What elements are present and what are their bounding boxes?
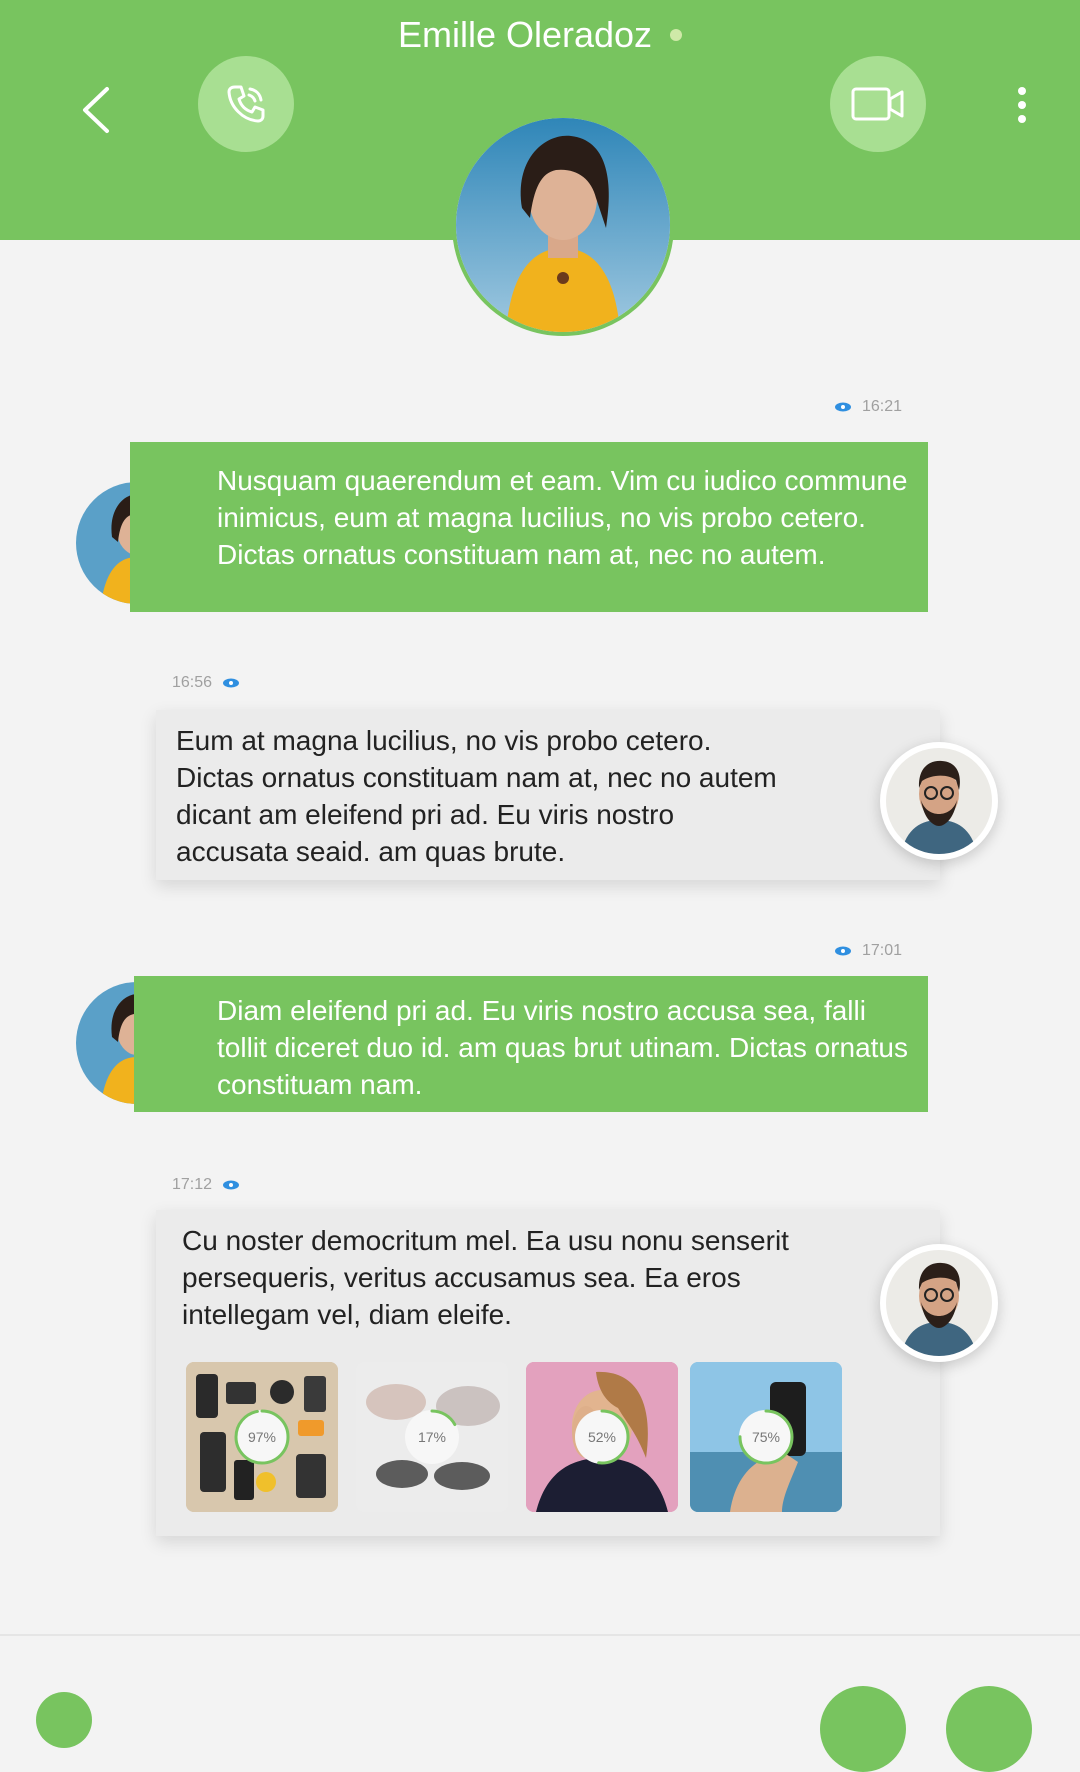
incoming-message-bubble[interactable]: Nusquam quaerendum et eam. Vim cu iudico… xyxy=(130,442,928,612)
attachment-thumbnail[interactable]: 75% xyxy=(690,1362,842,1512)
more-vertical-icon xyxy=(1018,87,1026,123)
video-call-button[interactable] xyxy=(830,56,926,152)
timestamp-text: 17:01 xyxy=(862,942,903,959)
timestamp-text: 16:21 xyxy=(862,398,903,415)
timestamp-text: 16:56 xyxy=(172,674,213,691)
man-portrait-image xyxy=(886,1250,992,1356)
man-portrait-image xyxy=(886,748,992,854)
phone-icon xyxy=(227,85,265,123)
avatar-inner xyxy=(886,1250,992,1356)
message-list[interactable]: 16:21 Nusquam quaerendum et eam. Vim cu … xyxy=(0,340,1080,1630)
woman-portrait-image xyxy=(456,118,670,332)
progress-percent: 97% xyxy=(247,1429,277,1445)
progress-percent: 75% xyxy=(751,1429,781,1445)
message-text: Nusquam quaerendum et eam. Vim cu iudico… xyxy=(217,465,908,570)
more-options-button[interactable] xyxy=(1004,80,1040,130)
message-timestamp: 17:01 xyxy=(834,942,902,960)
attach-button[interactable] xyxy=(36,1692,92,1748)
attachment-thumbnail[interactable]: 17% xyxy=(356,1362,508,1512)
emoji-button[interactable] xyxy=(820,1686,906,1772)
upload-progress-indicator: 97% xyxy=(233,1408,291,1466)
seen-eye-icon xyxy=(223,1180,240,1190)
voice-call-button[interactable] xyxy=(198,56,294,152)
my-avatar[interactable] xyxy=(880,1244,998,1362)
chevron-left-icon xyxy=(83,87,109,133)
title-wrap: Emille Oleradoz xyxy=(0,14,1080,56)
contact-name: Emille Oleradoz xyxy=(397,14,683,56)
video-camera-icon xyxy=(851,87,904,121)
attachment-thumbnail[interactable]: 97% xyxy=(186,1362,338,1512)
message-timestamp: 16:21 xyxy=(834,398,902,416)
seen-eye-icon xyxy=(835,402,851,412)
message-text: Eum at magna lucilius, no vis probo cete… xyxy=(176,725,777,867)
upload-progress-indicator: 75% xyxy=(737,1408,795,1466)
online-status-dot xyxy=(670,29,683,41)
contact-name-text: Emille Oleradoz xyxy=(397,14,653,55)
avatar-inner xyxy=(886,748,992,854)
message-timestamp: 17:12 xyxy=(172,1176,240,1194)
upload-progress-indicator: 17% xyxy=(403,1408,461,1466)
timestamp-text: 17:12 xyxy=(172,1176,213,1193)
back-button[interactable] xyxy=(74,82,118,138)
outgoing-message-bubble[interactable]: Eum at magna lucilius, no vis probo cete… xyxy=(156,710,940,880)
my-avatar[interactable] xyxy=(880,742,998,860)
attachment-thumbnail[interactable]: 52% xyxy=(526,1362,678,1512)
incoming-message-bubble[interactable]: Diam eleifend pri ad. Eu viris nostro ac… xyxy=(134,976,928,1112)
contact-avatar[interactable] xyxy=(452,114,674,336)
send-button[interactable] xyxy=(946,1686,1032,1772)
message-timestamp: 16:56 xyxy=(172,674,240,692)
seen-eye-icon xyxy=(835,946,851,956)
progress-percent: 17% xyxy=(417,1429,447,1445)
message-text: Cu noster democritum mel. Ea usu nonu se… xyxy=(182,1225,789,1330)
progress-percent: 52% xyxy=(587,1429,617,1445)
upload-progress-indicator: 52% xyxy=(573,1408,631,1466)
seen-eye-icon xyxy=(223,678,240,688)
bottom-bar xyxy=(0,1634,1080,1772)
message-text: Diam eleifend pri ad. Eu viris nostro ac… xyxy=(217,995,909,1100)
